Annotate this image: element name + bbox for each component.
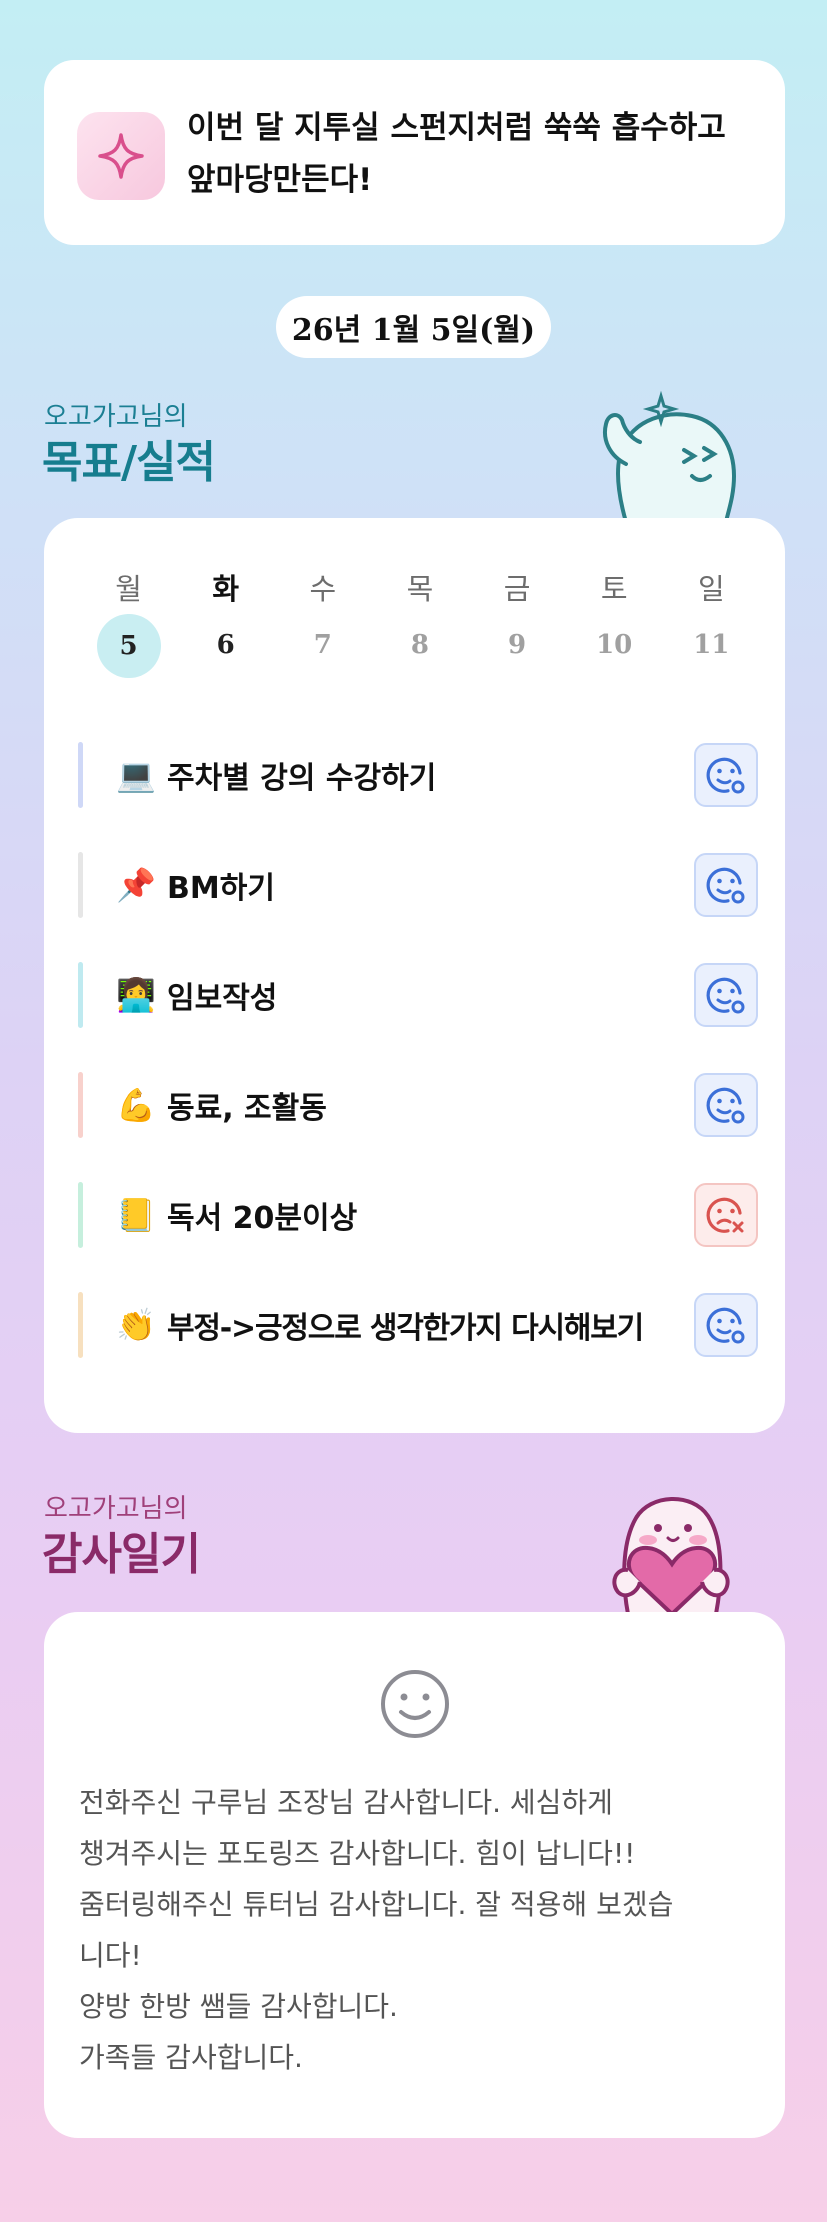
thanks-line: 가족들 감사합니다. (79, 2041, 303, 2074)
status-frown-icon[interactable] (694, 1183, 758, 1247)
goal-label: 주차별 강의 수강하기 (167, 761, 437, 796)
mascot-ghost-illustration (596, 384, 746, 524)
status-smile-icon[interactable] (694, 1073, 758, 1137)
laptop-icon: 💻 (116, 756, 156, 794)
goals-card: 월 화 수 목 금 토 일 5 6 7 8 9 10 11 💻 주차별 강의 수… (44, 518, 785, 1433)
thanks-text: 전화주신 구루님 조장님 감사합니다. 세심하게 챙겨주시는 포도링즈 감사합니… (79, 1777, 759, 2083)
thanks-line: 줌터링해주신 튜터님 감사합니다. 잘 적용해 보겠습 (79, 1888, 674, 1921)
weekday-sat: 토 (600, 572, 628, 606)
notebook-icon: 📒 (116, 1196, 156, 1234)
weekday-fri: 금 (503, 572, 531, 606)
goal-bar (78, 852, 83, 918)
thanks-line: 양방 한방 쌤들 감사합니다. (79, 1990, 398, 2023)
goal-bar (78, 742, 83, 808)
weekday-labels: 월 화 수 목 금 토 일 (80, 566, 760, 608)
thanks-card: 전화주신 구루님 조장님 감사합니다. 세심하게 챙겨주시는 포도링즈 감사합니… (44, 1612, 785, 2138)
motto-card: 이번 달 지투실 스펀지처럼 쑥쑥 흡수하고 앞마당만든다! (44, 60, 785, 245)
date-cell[interactable]: 8 (371, 630, 468, 678)
selected-date[interactable]: 5 (96, 614, 161, 678)
weekday-wed: 수 (309, 572, 337, 606)
goal-item[interactable]: 📌 BM하기 (78, 850, 758, 920)
status-smile-icon[interactable] (694, 743, 758, 807)
clapping-hands-icon: 👏 (116, 1306, 156, 1344)
goal-bar (78, 1182, 83, 1248)
date-pill[interactable]: 26년 1월 5일(월) (276, 296, 551, 358)
goal-label: BM하기 (167, 871, 275, 906)
pushpin-icon: 📌 (116, 866, 156, 904)
goal-label: 부정->긍정으로 생각한가지 다시해보기 (167, 1311, 644, 1346)
flexed-biceps-icon: 💪 (116, 1086, 156, 1124)
status-smile-icon[interactable] (694, 963, 758, 1027)
mascot-heart-illustration (592, 1482, 750, 1617)
date-cell[interactable]: 9 (469, 630, 566, 678)
goal-label: 임보작성 (167, 981, 278, 1016)
week-dates: 5 6 7 8 9 10 11 (80, 614, 760, 678)
goal-item[interactable]: 👏 부정->긍정으로 생각한가지 다시해보기 (78, 1290, 758, 1360)
weekday-thu: 목 (406, 572, 434, 606)
goal-item[interactable]: 💪 동료, 조활동 (78, 1070, 758, 1140)
motto-line-2: 앞마당만든다! (187, 162, 373, 198)
thanks-line: 전화주신 구루님 조장님 감사합니다. 세심하게 (79, 1786, 613, 1819)
goal-label: 동료, 조활동 (167, 1091, 327, 1126)
goal-item[interactable]: 💻 주차별 강의 수강하기 (78, 740, 758, 810)
status-smile-icon[interactable] (694, 853, 758, 917)
thanks-line: 니다! (79, 1939, 142, 1972)
date-cell[interactable]: 10 (566, 630, 663, 678)
thanks-section-title: 감사일기 (42, 1529, 201, 1580)
weekday-sun: 일 (697, 572, 725, 606)
goal-item[interactable]: 📒 독서 20분이상 (78, 1180, 758, 1250)
sparkle-icon (77, 112, 165, 200)
date-cell[interactable]: 7 (274, 630, 371, 678)
date-cell[interactable]: 11 (663, 630, 760, 678)
goal-bar (78, 1292, 83, 1358)
status-smile-icon[interactable] (694, 1293, 758, 1357)
goal-label: 독서 20분이상 (167, 1201, 358, 1236)
goal-bar (78, 1072, 83, 1138)
goals-section-title: 목표/실적 (42, 437, 216, 488)
smile-icon (379, 1668, 451, 1740)
date-cell[interactable]: 5 (80, 614, 177, 678)
goal-bar (78, 962, 83, 1028)
motto-text: 이번 달 지투실 스펀지처럼 쑥쑥 흡수하고 앞마당만든다! (187, 102, 757, 206)
thanks-line: 챙겨주시는 포도링즈 감사합니다. 힘이 납니다!! (79, 1837, 636, 1870)
weekday-mon: 월 (115, 572, 142, 606)
weekday-tue: 화 (212, 572, 240, 606)
motto-line-1: 이번 달 지투실 스펀지처럼 쑥쑥 흡수하고 (187, 110, 726, 146)
goal-item[interactable]: 👩‍💻 임보작성 (78, 960, 758, 1030)
date-cell[interactable]: 6 (177, 630, 274, 678)
person-laptop-icon: 👩‍💻 (116, 976, 156, 1014)
